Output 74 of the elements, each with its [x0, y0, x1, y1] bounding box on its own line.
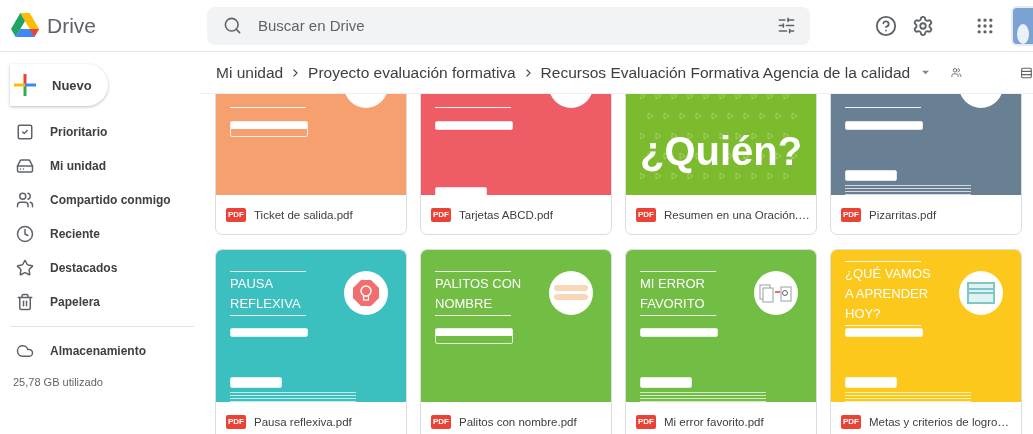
file-name: Palitos con nombre.pdf — [459, 415, 577, 428]
drive-icon — [16, 157, 34, 175]
app-name: Drive — [47, 13, 96, 38]
label-box-drawing — [845, 170, 897, 181]
sidebar-item[interactable]: Destacados — [0, 251, 192, 285]
thumbnail-heading: PALITOS CON — [435, 274, 522, 292]
sticks-icon — [554, 285, 588, 301]
people-icon — [16, 191, 34, 209]
sidebar-item[interactable]: Prioritario — [0, 115, 192, 149]
lightbulb-icon — [352, 279, 380, 307]
thumbnail-heading: NOMBRE — [435, 294, 493, 312]
search-bar[interactable]: Buscar en Drive — [207, 6, 810, 45]
dropdown-caret-icon[interactable] — [922, 70, 930, 75]
breadcrumb-link[interactable]: Mi unidad — [216, 63, 284, 82]
sidebar-item[interactable]: Papelera — [0, 285, 192, 319]
file-name: Metas y criterios de logro… — [869, 415, 1009, 428]
sidebar-item[interactable]: Compartido conmigo — [0, 183, 192, 217]
window-icon — [967, 282, 995, 304]
pdf-icon: PDF — [841, 207, 861, 222]
plus-icon — [14, 74, 36, 96]
thumbnail-heading: ¿QUÉ VAMOS — [845, 264, 931, 282]
filter-icon[interactable] — [777, 16, 796, 35]
avatar[interactable] — [1011, 5, 1033, 46]
sidebar-item[interactable]: Mi unidad — [0, 149, 192, 183]
star-icon — [16, 259, 34, 277]
new-button[interactable]: Nuevo — [10, 64, 108, 106]
file-card[interactable]: PDF Pizarritas.pdf — [830, 94, 1022, 235]
checkbox-icon — [16, 123, 34, 141]
cloud-icon — [16, 342, 34, 360]
file-name: Mi error favorito.pdf — [664, 415, 764, 428]
label-box-drawing — [230, 377, 282, 388]
drive-logo-icon — [11, 13, 39, 38]
settings-icon[interactable] — [911, 13, 935, 38]
file-card[interactable]: PALITOS CON NOMBRE PDF Palitos con nombre.pdf — [420, 249, 612, 434]
pdf-icon: PDF — [841, 414, 861, 429]
file-name: Ticket de salida.pdf — [254, 208, 353, 221]
label-box-drawing — [640, 377, 692, 388]
people-icon[interactable] — [951, 65, 963, 80]
thumbnail-heading: FAVORITO — [640, 294, 705, 312]
thumbnail-heading: A APRENDER — [845, 284, 929, 302]
documents-icon — [759, 282, 793, 304]
breadcrumb-link[interactable]: Proyecto evaluación formativa — [308, 63, 516, 82]
file-name: Pizarritas.pdf — [869, 208, 937, 221]
storage-usage: 25,78 GB utilizado — [12, 376, 104, 388]
sidebar-item[interactable]: Almacenamiento — [0, 334, 192, 368]
label-box-drawing — [435, 187, 487, 195]
help-icon[interactable] — [874, 13, 898, 38]
trash-icon — [16, 293, 34, 311]
breadcrumb-link[interactable]: Recursos Evaluación Formativa Agencia de la calidad — [540, 63, 911, 82]
clock-icon — [16, 225, 34, 243]
file-name: Tarjetas ABCD.pdf — [459, 208, 553, 221]
file-card[interactable]: PDF Ticket de salida.pdf — [215, 94, 407, 235]
pdf-icon: PDF — [636, 414, 656, 429]
label-box-drawing — [845, 377, 897, 388]
file-card[interactable]: PAUSA REFLEXIVA PDF Pausa reflexiva.pdf — [215, 249, 407, 434]
pdf-icon: PDF — [226, 414, 246, 429]
sidebar-item[interactable]: Reciente — [0, 217, 192, 251]
file-card[interactable]: ¿QUÉ VAMOS A APRENDER HOY? PDF Metas y criterios de logro… — [830, 249, 1022, 434]
thumbnail-heading: HOY? — [845, 304, 881, 322]
file-name: Resumen en una Oración.… — [664, 208, 810, 221]
pdf-icon: PDF — [431, 414, 451, 429]
thumbnail-heading: PAUSA — [230, 274, 274, 292]
file-name: Pausa reflexiva.pdf — [254, 415, 352, 428]
thumbnail-heading: REFLEXIVA — [230, 294, 301, 312]
thumbnail-heading: ¿Quién? — [640, 129, 802, 174]
pdf-icon: PDF — [636, 207, 656, 222]
thumbnail-heading: MI ERROR — [640, 274, 705, 292]
file-card[interactable]: ¿Quién? PDF Resumen en una Oración.… — [625, 94, 817, 235]
search-field[interactable]: Buscar en Drive — [256, 16, 763, 35]
search-icon — [223, 16, 242, 35]
pdf-icon: PDF — [226, 207, 246, 222]
file-card[interactable]: MI ERROR FAVORITO PDF Mi error favorito.pdf — [625, 249, 817, 434]
pdf-icon: PDF — [431, 207, 451, 222]
file-card[interactable]: PDF Tarjetas ABCD.pdf — [420, 94, 612, 235]
